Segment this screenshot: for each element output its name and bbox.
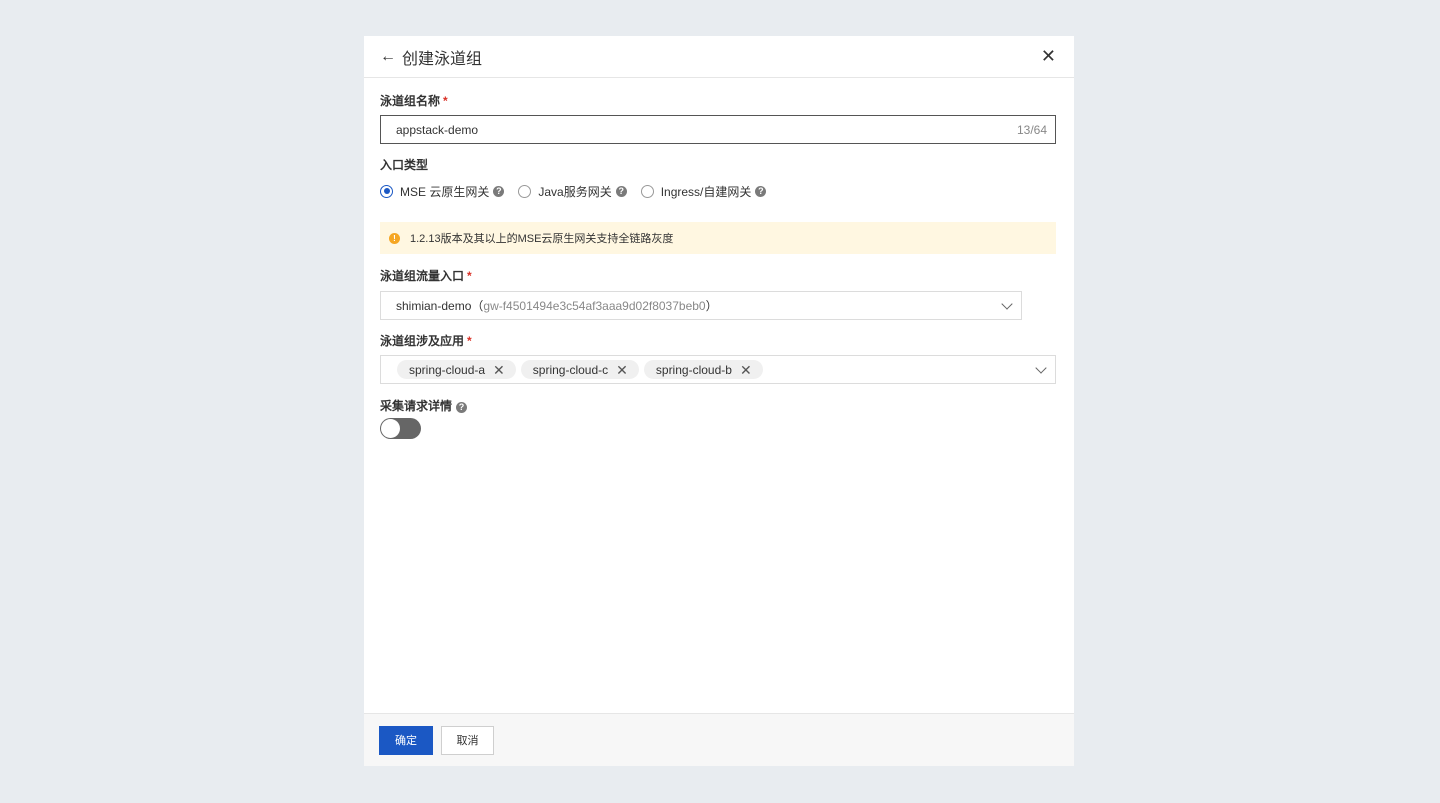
paren-close: ） <box>705 299 718 313</box>
required-mark: * <box>467 269 472 283</box>
radio-label: Ingress/自建网关 <box>660 184 752 199</box>
create-lane-group-dialog: ← 创建泳道组 ✕ 泳道组名称 * appstack-demo 13/64 入口类… <box>364 36 1074 766</box>
version-alert: ! 1.2.13版本及其以上的MSE云原生网关支持全链路灰度 <box>380 222 1056 254</box>
radio-button[interactable] <box>518 184 532 198</box>
apps-tag-list: spring-cloud-a ✕ spring-cloud-c ✕ spring… <box>397 360 768 379</box>
cancel-button[interactable]: 取消 <box>441 725 494 755</box>
app-tag: spring-cloud-b ✕ <box>643 360 763 379</box>
help-icon[interactable]: ? <box>493 185 505 197</box>
app-tag-label: spring-cloud-a <box>409 362 486 377</box>
name-char-counter: 13/64 <box>1016 122 1047 137</box>
radio-option-java[interactable]: Java服务网关 ? <box>518 183 627 200</box>
traffic-entry-value: shimian-demo <box>396 299 472 313</box>
arrow-left-icon[interactable]: ← <box>380 48 396 65</box>
traffic-entry-id: gw-f4501494e3c54af3aaa9d02f8037beb0 <box>483 299 706 313</box>
required-mark: * <box>443 94 448 108</box>
dialog-body: 泳道组名称 * appstack-demo 13/64 入口类型 MSE 云原生网… <box>364 78 1074 713</box>
app-tag: spring-cloud-a ✕ <box>397 360 516 379</box>
name-label-text: 泳道组名称 <box>380 94 441 108</box>
entry-type-label: 入口类型 <box>380 158 429 172</box>
name-input-value: appstack-demo <box>396 122 479 137</box>
help-icon[interactable]: ? <box>456 402 468 413</box>
confirm-button[interactable]: 确定 <box>379 725 433 755</box>
collect-details-label: 采集请求详情? <box>380 397 1058 415</box>
app-tag: spring-cloud-c ✕ <box>520 360 639 379</box>
traffic-entry-select[interactable]: shimian-demo（gw-f4501494e3c54af3aaa9d02f… <box>380 291 1022 320</box>
entry-type-radio-group: MSE 云原生网关 ? Java服务网关 ? Ingress/自建网关 ? <box>380 183 1058 199</box>
radio-button[interactable] <box>640 184 654 198</box>
apps-label-text: 泳道组涉及应用 <box>380 334 465 348</box>
radio-option-ingress[interactable]: Ingress/自建网关 ? <box>640 183 767 200</box>
required-mark: * <box>467 334 472 348</box>
close-icon[interactable]: ✕ <box>493 363 505 377</box>
traffic-entry-label-text: 泳道组流量入口 <box>380 269 465 283</box>
name-label: 泳道组名称 * <box>380 92 1058 110</box>
app-tag-label: spring-cloud-c <box>532 362 609 377</box>
close-icon[interactable]: ✕ <box>616 363 628 377</box>
help-icon[interactable]: ? <box>615 185 627 197</box>
toggle-knob <box>381 419 400 438</box>
collect-details-toggle[interactable] <box>380 418 421 439</box>
dialog-footer: 确定 取消 <box>364 713 1074 766</box>
alert-text: 1.2.13版本及其以上的MSE云原生网关支持全链路灰度 <box>410 233 674 245</box>
chevron-down-icon[interactable] <box>1001 297 1013 310</box>
radio-label: MSE 云原生网关 <box>400 184 490 199</box>
app-tag-label: spring-cloud-b <box>655 362 732 377</box>
radio-button[interactable] <box>380 184 393 198</box>
radio-label: Java服务网关 <box>538 184 612 199</box>
paren-open: （ <box>471 299 484 313</box>
chevron-down-icon[interactable] <box>1035 361 1047 374</box>
close-icon[interactable]: ✕ <box>740 363 752 377</box>
collect-details-label-text: 采集请求详情 <box>380 399 453 413</box>
close-icon[interactable]: ✕ <box>1041 47 1056 65</box>
help-icon[interactable]: ? <box>755 185 767 197</box>
traffic-entry-label: 泳道组流量入口 * <box>380 267 1058 285</box>
warning-icon: ! <box>389 232 400 244</box>
dialog-header: ← 创建泳道组 ✕ <box>364 36 1074 78</box>
apps-multi-select[interactable]: spring-cloud-a ✕ spring-cloud-c ✕ spring… <box>380 355 1056 384</box>
radio-option-mse[interactable]: MSE 云原生网关 ? <box>380 183 505 200</box>
apps-label: 泳道组涉及应用 * <box>380 332 1058 350</box>
traffic-entry-selected: shimian-demo（gw-f4501494e3c54af3aaa9d02f… <box>396 297 718 314</box>
dialog-title: 创建泳道组 <box>402 50 483 68</box>
name-input[interactable]: appstack-demo 13/64 <box>380 115 1056 144</box>
